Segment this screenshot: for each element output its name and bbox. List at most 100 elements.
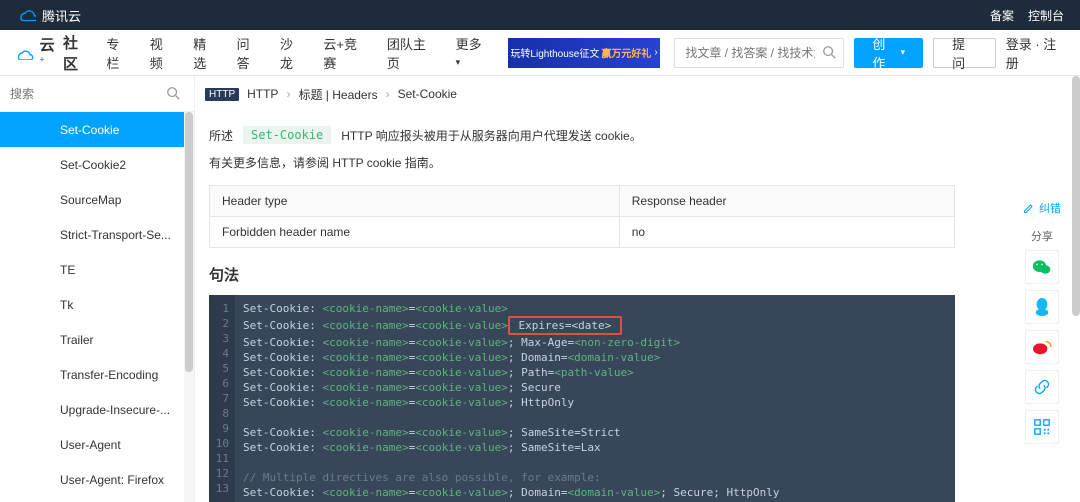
nav-item[interactable]: 精选 (193, 34, 218, 72)
sidebar-item[interactable]: Tk (0, 287, 194, 322)
share-qrcode-button[interactable] (1025, 410, 1059, 444)
code-line: Set-Cookie: <cookie-name>=<cookie-value>… (243, 335, 779, 350)
sidebar-item[interactable]: SourceMap (0, 182, 194, 217)
share-weibo-button[interactable] (1025, 330, 1059, 364)
search-icon[interactable] (822, 45, 836, 62)
promo-banner[interactable]: 玩转Lighthouse征文 赢万元好礼 › (508, 38, 660, 68)
code-content: Set-Cookie: <cookie-name>=<cookie-value>… (235, 295, 787, 502)
cloud-icon (14, 46, 36, 60)
sidebar: Set-CookieSet-Cookie2SourceMapStrict-Tra… (0, 76, 195, 502)
code-block: 12345678910111213 Set-Cookie: <cookie-na… (209, 295, 955, 502)
sidebar-item[interactable]: Trailer (0, 322, 194, 357)
http-badge-icon: HTTP (205, 88, 239, 101)
nav-item[interactable]: 团队主页 (387, 34, 438, 72)
nav-item[interactable]: 更多 ▾ (456, 34, 488, 72)
content: HTTP HTTP › 标题 | Headers › Set-Cookie 所述… (195, 76, 1080, 502)
sidebar-item[interactable]: Strict-Transport-Se... (0, 217, 194, 252)
code-line (243, 410, 779, 425)
share-link-button[interactable] (1025, 370, 1059, 404)
sidebar-item[interactable]: Set-Cookie2 (0, 147, 194, 182)
content-inner: 所述 Set-Cookie HTTP 响应报头被用于从服务器向用户代理发送 co… (195, 112, 1080, 502)
code-line: // Multiple directives are also possible… (243, 470, 779, 485)
code-line: Set-Cookie: <cookie-name>=<cookie-value> (243, 301, 779, 316)
chevron-down-icon: ▾ (901, 47, 906, 58)
breadcrumb-item[interactable]: HTTP (247, 87, 278, 101)
global-search (674, 38, 844, 68)
qq-icon (1033, 297, 1051, 317)
side-actions: 纠错 分享 (1012, 200, 1072, 444)
sidebar-item[interactable]: User-Agent (0, 427, 194, 462)
edit-icon (1023, 202, 1035, 214)
report-error-link[interactable]: 纠错 (1023, 200, 1061, 216)
nav-item[interactable]: 问答 (237, 34, 262, 72)
sidebar-list: Set-CookieSet-Cookie2SourceMapStrict-Tra… (0, 112, 194, 502)
code-line (243, 455, 779, 470)
search-icon[interactable] (166, 86, 180, 103)
community-text: 社区 (63, 32, 92, 74)
nav-right: 创作 ▾ 提问 登录 · 注册 (674, 34, 1066, 72)
sidebar-item[interactable]: Upgrade-Insecure-... (0, 392, 194, 427)
create-button[interactable]: 创作 ▾ (854, 38, 923, 68)
sidebar-item[interactable]: User-Agent: Firefox (0, 462, 194, 497)
nav-item[interactable]: 视频 (150, 34, 175, 72)
nav-items: 专栏视频精选问答沙龙云+竞赛团队主页更多 ▾ (106, 34, 487, 72)
brand-text: 腾讯云 (42, 6, 81, 25)
share-label: 分享 (1031, 228, 1053, 244)
header-info-table: Header type Response header Forbidden he… (209, 185, 955, 248)
code-line: Set-Cookie: <cookie-name>=<cookie-value>… (243, 485, 779, 500)
sub-description: 有关更多信息，请参阅 HTTP cookie 指南。 (209, 154, 1060, 171)
nav-bar: 云+ 社区 专栏视频精选问答沙龙云+竞赛团队主页更多 ▾ 玩转Lighthous… (0, 30, 1080, 76)
code-line: Set-Cookie: <cookie-name>=<cookie-value>… (243, 350, 779, 365)
header-name-code: Set-Cookie (243, 126, 331, 144)
sidebar-item[interactable]: Set-Cookie (0, 112, 194, 147)
sidebar-search (0, 76, 194, 112)
syntax-title: 句法 (209, 264, 1060, 285)
ask-button[interactable]: 提问 (933, 38, 996, 68)
code-line: Set-Cookie: <cookie-name>=<cookie-value>… (243, 380, 779, 395)
sidebar-search-input[interactable] (10, 80, 184, 108)
table-cell: Header type (210, 186, 620, 217)
table-cell: no (619, 217, 954, 248)
share-qq-button[interactable] (1025, 290, 1059, 324)
table-cell: Forbidden header name (210, 217, 620, 248)
code-line: Set-Cookie: <cookie-name>=<cookie-value>… (243, 316, 779, 335)
scrollbar-thumb[interactable] (1072, 76, 1080, 316)
code-line: Set-Cookie: <cookie-name>=<cookie-value>… (243, 425, 779, 440)
scrollbar-track (1070, 76, 1080, 502)
qrcode-icon (1033, 418, 1051, 436)
nav-item[interactable]: 云+竞赛 (323, 34, 368, 72)
sidebar-item[interactable]: TE (0, 252, 194, 287)
table-row: Header type Response header (210, 186, 955, 217)
sidebar-item[interactable]: Transfer-Encoding (0, 357, 194, 392)
community-cloud-text: 云+ (40, 34, 59, 72)
line-numbers: 12345678910111213 (209, 295, 235, 502)
link-console[interactable]: 控制台 (1028, 7, 1064, 24)
auth-link[interactable]: 登录 · 注册 (1006, 34, 1066, 72)
chevron-right-icon: › (286, 87, 290, 101)
breadcrumb: HTTP HTTP › 标题 | Headers › Set-Cookie (195, 76, 1080, 112)
scrollbar-thumb[interactable] (185, 112, 193, 372)
arrow-right-icon: › (654, 47, 657, 58)
nav-item[interactable]: 专栏 (106, 34, 131, 72)
code-line: Set-Cookie: <cookie-name>=<cookie-value>… (243, 365, 779, 380)
share-wechat-button[interactable] (1025, 250, 1059, 284)
community-logo[interactable]: 云+ 社区 (14, 32, 92, 74)
brand-logo[interactable]: 腾讯云 (16, 6, 81, 25)
top-bar: 腾讯云 备案 控制台 (0, 0, 1080, 30)
breadcrumb-item: Set-Cookie (398, 87, 457, 101)
search-input[interactable] (674, 38, 844, 68)
link-beian[interactable]: 备案 (990, 7, 1014, 24)
table-row: Forbidden header name no (210, 217, 955, 248)
desc-label: 所述 (209, 127, 233, 144)
code-line: Set-Cookie: <cookie-name>=<cookie-value>… (243, 395, 779, 410)
breadcrumb-item[interactable]: 标题 | Headers (298, 86, 377, 103)
cloud-icon (16, 7, 36, 24)
nav-item[interactable]: 沙龙 (280, 34, 305, 72)
highlighted-code: Expires=<date> (508, 316, 622, 335)
topbar-right: 备案 控制台 (990, 7, 1064, 24)
banner-sub: 赢万元好礼 (601, 45, 651, 60)
table-cell: Response header (619, 186, 954, 217)
create-label: 创作 (872, 34, 896, 72)
desc-text: HTTP 响应报头被用于从服务器向用户代理发送 cookie。 (341, 127, 641, 144)
report-label: 纠错 (1039, 200, 1061, 216)
